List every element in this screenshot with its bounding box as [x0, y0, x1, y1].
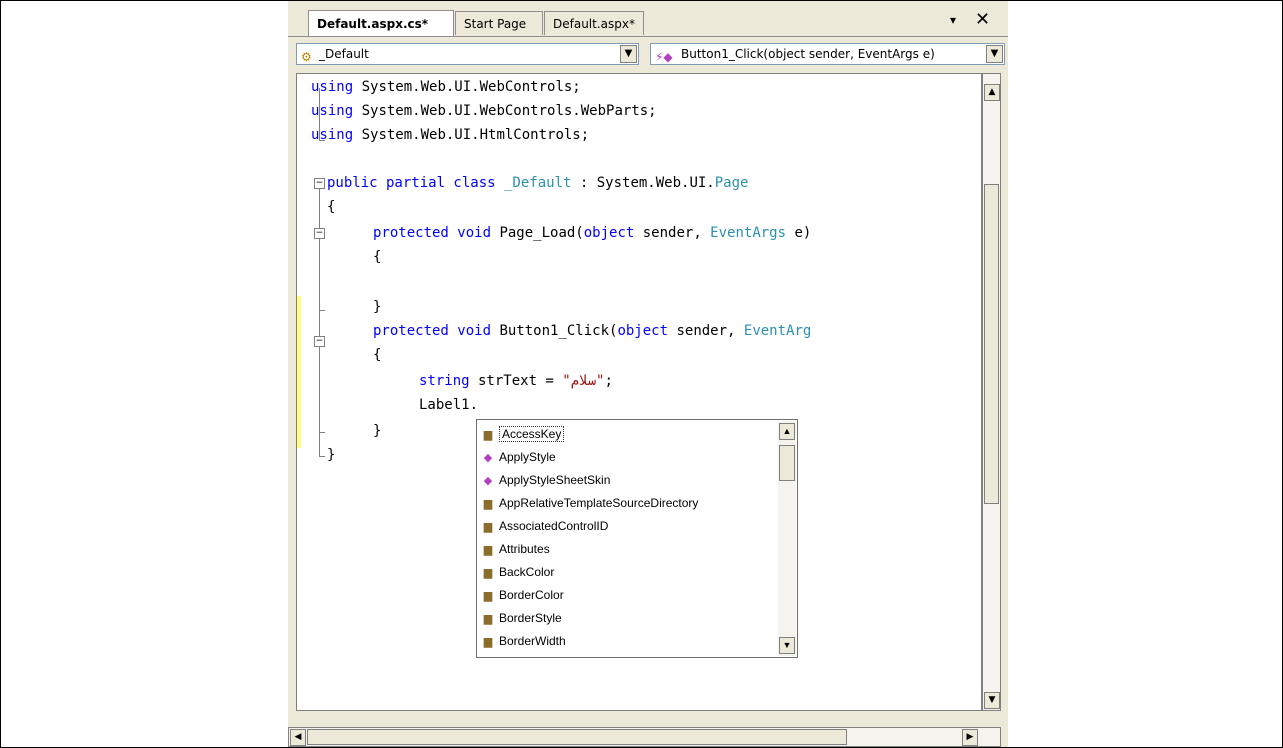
property-icon: ▆ — [483, 544, 493, 556]
method-icon: ◆ — [483, 452, 493, 464]
horizontal-scrollbar[interactable]: ◀ ▶ — [288, 727, 1001, 747]
code-line: { — [327, 199, 336, 215]
scroll-left-icon[interactable]: ◀ — [290, 729, 306, 746]
list-item[interactable]: ◆ ApplyStyleSheetSkin — [479, 469, 611, 491]
list-item[interactable]: ▆ BorderStyle — [479, 607, 562, 629]
changed-lines-marker — [297, 296, 301, 448]
code-line: } — [327, 447, 336, 463]
window-frame: Default.aspx.cs* Start Page Default.aspx… — [0, 0, 1283, 748]
member-dropdown[interactable]: ⚡◆ Button1_Click(object sender, EventArg… — [650, 43, 1005, 65]
scroll-right-icon[interactable]: ▶ — [962, 729, 978, 746]
property-icon: ▆ — [483, 521, 493, 533]
property-icon: ▆ — [483, 636, 493, 648]
code-line: string strText = "سلام"; — [419, 373, 613, 389]
scroll-thumb[interactable] — [984, 184, 999, 504]
list-item[interactable]: ▆ AccessKey — [479, 423, 565, 445]
code-line: protected void Page_Load(object sender, … — [373, 225, 812, 241]
tab-default-aspx[interactable]: Default.aspx* — [544, 11, 644, 35]
chevron-down-icon[interactable]: ▼ — [986, 45, 1003, 63]
class-dropdown[interactable]: ⚙ _Default ▼ — [296, 43, 639, 65]
code-line: { — [373, 347, 382, 363]
tab-default-aspx-cs[interactable]: Default.aspx.cs* — [308, 10, 454, 36]
scroll-down-icon[interactable]: ▼ — [779, 637, 795, 654]
intellisense-list[interactable]: ▆ AccessKey ◆ ApplyStyle ◆ ApplyStyleSheetS… — [476, 419, 798, 658]
code-line: using System.Web.UI.WebControls.WebParts… — [311, 103, 657, 119]
list-item[interactable]: ▆ AppRelativeTemplateSourceDirectory — [479, 492, 699, 514]
scroll-thumb[interactable] — [307, 729, 847, 745]
class-icon: ⚙ — [301, 50, 312, 64]
collapse-icon[interactable]: − — [314, 178, 325, 189]
method-icon: ◆ — [483, 475, 493, 487]
list-item[interactable]: ◆ ApplyStyle — [479, 446, 556, 468]
property-icon: ▆ — [483, 429, 493, 441]
collapse-icon[interactable]: − — [314, 228, 325, 239]
tab-list-dropdown-icon[interactable]: ▾ — [950, 13, 956, 27]
event-method-icon: ⚡◆ — [655, 50, 673, 64]
member-dropdown-value: Button1_Click(object sender, EventArgs e… — [681, 47, 935, 61]
collapse-icon[interactable]: − — [314, 336, 325, 347]
scroll-down-icon[interactable]: ▼ — [984, 692, 1000, 709]
list-item[interactable]: ▆ AssociatedControlID — [479, 515, 609, 537]
code-line: protected void Button1_Click(object send… — [373, 323, 812, 339]
navigation-bar: ⚙ _Default ▼ ⚡◆ Button1_Click(object sen… — [288, 36, 1008, 67]
list-item[interactable]: ▆ Attributes — [479, 538, 550, 560]
class-dropdown-value: _Default — [319, 47, 369, 61]
code-line: } — [373, 423, 382, 439]
property-icon: ▆ — [483, 567, 493, 579]
property-icon: ▆ — [483, 590, 493, 602]
scroll-up-icon[interactable]: ▲ — [779, 423, 795, 440]
vertical-scrollbar[interactable]: ▲ ▼ — [982, 73, 1001, 711]
intellisense-scrollbar[interactable]: ▲ ▼ — [778, 421, 796, 656]
scroll-thumb[interactable] — [779, 445, 795, 481]
list-item[interactable]: ▆ BorderWidth — [479, 630, 566, 652]
property-icon: ▆ — [483, 613, 493, 625]
code-line: public partial class _Default : System.W… — [327, 175, 749, 191]
scroll-up-icon[interactable]: ▲ — [984, 84, 1000, 101]
code-line: { — [373, 249, 382, 265]
property-icon: ▆ — [483, 498, 493, 510]
outline-line — [319, 432, 325, 433]
list-item[interactable]: ▆ BackColor — [479, 561, 555, 583]
chevron-down-icon[interactable]: ▼ — [620, 45, 637, 63]
code-line: Label1. — [419, 397, 479, 413]
code-line: using System.Web.UI.HtmlControls; — [311, 127, 590, 143]
outline-line — [319, 310, 325, 311]
list-item[interactable]: ▆ BorderColor — [479, 584, 564, 606]
tab-start-page[interactable]: Start Page — [455, 11, 543, 35]
code-line: using System.Web.UI.WebControls; — [311, 79, 581, 95]
close-tab-icon[interactable]: ✕ — [975, 9, 990, 30]
document-tab-strip: Default.aspx.cs* Start Page Default.aspx… — [288, 1, 1008, 36]
outline-line — [319, 456, 325, 457]
code-line: } — [373, 299, 382, 315]
